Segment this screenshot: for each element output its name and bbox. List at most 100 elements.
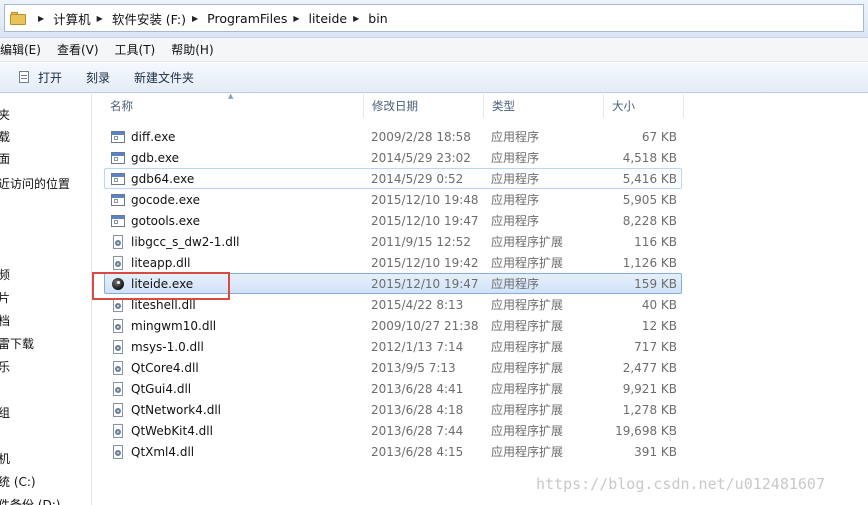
file-row[interactable]: mingwm10.dll 2009/10/27 21:38 应用程序扩展 12 KB <box>104 315 682 336</box>
file-date: 2014/5/29 0:52 <box>371 172 464 186</box>
menu-help[interactable]: 帮助(H) <box>163 41 221 58</box>
exe-icon <box>111 151 125 165</box>
file-name: QtXml4.dll <box>131 445 195 459</box>
nav-item[interactable]: 夹 <box>0 107 10 123</box>
column-header-date[interactable]: 修改日期 <box>364 94 484 118</box>
file-name: gdb.exe <box>131 151 179 165</box>
file-date: 2009/10/27 21:38 <box>371 319 479 333</box>
file-date: 2009/2/28 18:58 <box>371 130 471 144</box>
breadcrumb-programfiles[interactable]: ProgramFiles ▶ <box>207 11 308 26</box>
breadcrumb-computer[interactable]: 计算机 ▶ <box>53 9 112 28</box>
file-row[interactable]: QtCore4.dll 2013/9/5 7:13 应用程序扩展 2,477 KB <box>104 357 682 378</box>
file-row[interactable]: diff.exe 2009/2/28 18:58 应用程序 67 KB <box>104 126 682 147</box>
file-type: 应用程序扩展 <box>491 403 564 417</box>
file-type: 应用程序扩展 <box>491 319 564 333</box>
file-name: gotools.exe <box>131 214 201 228</box>
file-row[interactable]: QtGui4.dll 2013/6/28 4:41 应用程序扩展 9,921 KB <box>104 378 682 399</box>
dll-icon <box>111 319 125 333</box>
new-folder-button[interactable]: 新建文件夹 <box>122 69 206 86</box>
open-button[interactable]: 打开 <box>0 69 74 86</box>
nav-item[interactable]: 乐 <box>0 359 10 375</box>
file-name: QtCore4.dll <box>131 361 199 375</box>
file-date: 2015/12/10 19:42 <box>371 256 479 270</box>
scroll-indicator: ⁞ <box>668 429 673 445</box>
file-type: 应用程序扩展 <box>491 445 564 459</box>
dll-icon <box>111 445 125 459</box>
file-row[interactable]: gotools.exe 2015/12/10 19:47 应用程序 8,228 KB <box>104 210 682 231</box>
toolbar: 打开 刻录 新建文件夹 <box>0 63 868 93</box>
nav-item[interactable]: 片 <box>0 290 10 306</box>
file-size: 5,905 KB <box>622 193 677 207</box>
file-row[interactable]: msys-1.0.dll 2012/1/13 7:14 应用程序扩展 717 KB <box>104 336 682 357</box>
file-name: liteapp.dll <box>131 256 191 270</box>
file-date: 2015/4/22 8:13 <box>371 298 464 312</box>
file-size: 8,228 KB <box>622 214 677 228</box>
column-header-name[interactable]: 名称 <box>102 94 364 118</box>
file-type: 应用程序 <box>491 214 540 228</box>
file-type: 应用程序扩展 <box>491 235 564 249</box>
nav-item[interactable]: 档 <box>0 313 10 329</box>
file-size: 1,126 KB <box>622 256 677 270</box>
file-date: 2015/12/10 19:47 <box>371 277 479 291</box>
folder-icon <box>10 11 26 25</box>
address-box[interactable]: ▶ 计算机 ▶ 软件安装 (F:) ▶ ProgramFiles ▶ liteide ▶… <box>4 4 864 32</box>
breadcrumb-label: 软件安装 (F:) <box>111 11 186 27</box>
annotation-highlight-box <box>92 272 230 300</box>
file-type: 应用程序扩展 <box>491 424 564 438</box>
breadcrumb-label: 计算机 <box>53 11 91 27</box>
column-header-type[interactable]: 类型 <box>484 94 604 118</box>
nav-item[interactable]: 面 <box>0 151 10 167</box>
breadcrumb-liteide[interactable]: liteide ▶ <box>308 11 368 26</box>
file-size: 116 KB <box>634 235 677 249</box>
nav-item[interactable]: 频 <box>0 267 10 283</box>
file-row[interactable]: QtWebKit4.dll 2013/6/28 7:44 应用程序扩展 19,698 … <box>104 420 682 441</box>
explorer-window: ▶ 计算机 ▶ 软件安装 (F:) ▶ ProgramFiles ▶ liteide ▶… <box>0 0 868 505</box>
exe-icon <box>111 193 125 207</box>
file-date: 2011/9/15 12:52 <box>371 235 471 249</box>
nav-item[interactable]: 机 <box>0 451 10 467</box>
file-row[interactable]: gocode.exe 2015/12/10 19:48 应用程序 5,905 KB <box>104 189 682 210</box>
column-header-size[interactable]: 大小 <box>604 94 684 118</box>
file-type: 应用程序扩展 <box>491 382 564 396</box>
file-size: 40 KB <box>641 298 677 312</box>
file-row[interactable]: liteapp.dll 2015/12/10 19:42 应用程序扩展 1,126 K… <box>104 252 682 273</box>
file-name: gocode.exe <box>131 193 200 207</box>
dll-icon <box>111 340 125 354</box>
file-row[interactable]: gdb64.exe 2014/5/29 0:52 应用程序 5,416 KB <box>104 168 682 189</box>
file-size: 12 KB <box>641 319 677 333</box>
file-row[interactable]: gdb.exe 2014/5/29 23:02 应用程序 4,518 KB <box>104 147 682 168</box>
watermark: https://blog.csdn.net/u012481607 <box>536 475 825 493</box>
menu-edit[interactable]: 编辑(E) <box>0 41 49 58</box>
menu-tools[interactable]: 工具(T) <box>107 41 164 58</box>
file-size: 4,518 KB <box>622 151 677 165</box>
exe-icon <box>111 172 125 186</box>
menu-view[interactable]: 查看(V) <box>49 41 107 58</box>
file-row[interactable]: QtXml4.dll 2013/6/28 4:15 应用程序扩展 391 KB <box>104 441 682 462</box>
nav-item[interactable]: 统 (C:) <box>0 474 36 490</box>
nav-item[interactable]: 雷下载 <box>0 336 34 352</box>
nav-item[interactable]: 件备份 (D:) <box>0 497 60 505</box>
file-row[interactable]: QtNetwork4.dll 2013/6/28 4:18 应用程序扩展 1,278 … <box>104 399 682 420</box>
file-size: 717 KB <box>634 340 677 354</box>
file-date: 2013/6/28 4:18 <box>371 403 464 417</box>
open-icon <box>18 71 32 84</box>
file-type: 应用程序扩展 <box>491 340 564 354</box>
file-type: 应用程序 <box>491 151 540 165</box>
file-size: 391 KB <box>634 445 677 459</box>
address-bar: ▶ 计算机 ▶ 软件安装 (F:) ▶ ProgramFiles ▶ liteide ▶… <box>0 0 868 38</box>
breadcrumb-bin[interactable]: bin <box>368 11 387 26</box>
nav-item[interactable]: 组 <box>0 405 10 421</box>
nav-item[interactable]: 载 <box>0 129 10 145</box>
column-headers: ▲ 名称 修改日期 类型 大小 <box>92 92 868 118</box>
breadcrumb-root-arrow[interactable]: ▶ <box>32 14 53 23</box>
dll-icon <box>111 256 125 270</box>
dll-icon <box>111 235 125 249</box>
file-size: 9,921 KB <box>622 382 677 396</box>
file-date: 2015/12/10 19:48 <box>371 193 479 207</box>
file-type: 应用程序 <box>491 172 540 186</box>
file-row[interactable]: libgcc_s_dw2-1.dll 2011/9/15 12:52 应用程序扩展 1… <box>104 231 682 252</box>
burn-button[interactable]: 刻录 <box>74 69 122 86</box>
breadcrumb-drive[interactable]: 软件安装 (F:) ▶ <box>112 9 207 28</box>
nav-item[interactable]: 近访问的位置 <box>0 176 70 192</box>
file-date: 2012/1/13 7:14 <box>371 340 464 354</box>
